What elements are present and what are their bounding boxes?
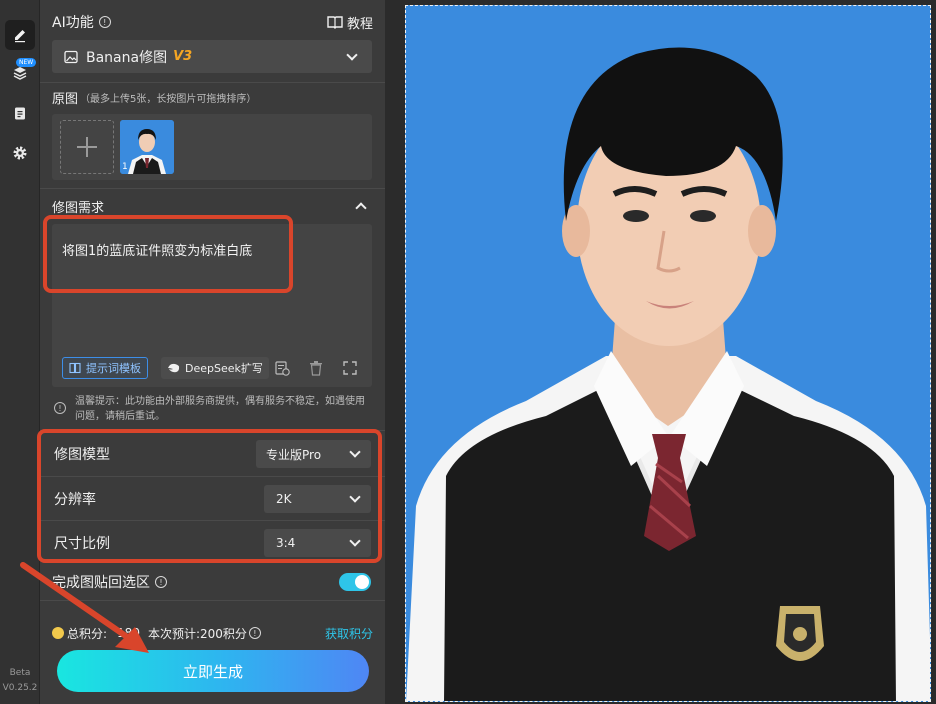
paste-back-toggle[interactable] — [339, 573, 371, 591]
prompt-template-button[interactable]: 提示词模板 — [62, 357, 148, 379]
get-points-link[interactable]: 获取积分 — [325, 625, 373, 642]
layers-icon — [13, 67, 27, 80]
prompt-template-label: 提示词模板 — [86, 362, 141, 375]
divider — [40, 600, 385, 601]
tutorial-link[interactable]: 教程 — [347, 13, 373, 32]
divider — [40, 82, 385, 83]
ai-panel: AI功能 ! 教程 Banana修图 V3 原图 （最多上传5张，长按图片可拖拽… — [37, 0, 385, 704]
app-root: NEW Beta V0.25.2 AI功能 ! 教程 Banana修图 V3 原… — [0, 0, 936, 704]
clipboard-icon — [15, 107, 25, 120]
history-icon[interactable] — [274, 360, 290, 376]
trash-icon[interactable] — [309, 360, 323, 376]
add-image-button[interactable] — [60, 120, 114, 174]
plus-icon — [77, 137, 97, 157]
info-icon[interactable]: ! — [155, 576, 167, 588]
portrait-thumbnail-image — [120, 120, 174, 174]
highlight-request-box — [43, 215, 293, 293]
highlight-settings-box — [37, 429, 382, 563]
clipboard-button[interactable] — [5, 98, 35, 128]
panel-header: AI功能 ! 教程 — [52, 12, 373, 32]
total-points-value: 180 — [117, 626, 140, 640]
thumbnail-index: 1 — [122, 162, 128, 172]
source-thumbnail[interactable]: 1 — [120, 120, 174, 174]
info-icon[interactable]: ! — [248, 627, 261, 639]
new-badge: NEW — [16, 58, 37, 67]
version-tag: V3 — [173, 49, 193, 64]
id-photo-canvas[interactable] — [405, 5, 931, 702]
chevron-down-icon — [346, 48, 358, 61]
version-label: V0.25.2 — [2, 683, 38, 693]
ai-title: AI功能 — [52, 15, 94, 31]
estimate-points: 本次预计:200积分 — [147, 626, 247, 641]
pencil-icon — [15, 30, 25, 43]
points-row: 总积分: 180 本次预计:200积分 ! 获取积分 — [52, 624, 373, 642]
paste-back-row: 完成图贴回选区 ! — [52, 572, 373, 592]
deepseek-button[interactable]: DeepSeek扩写 — [161, 357, 269, 379]
deepseek-whale-icon — [168, 363, 180, 373]
gear-icon — [13, 146, 27, 160]
warning-icon: ! — [54, 402, 66, 414]
toggle-knob — [355, 575, 369, 589]
generate-button[interactable]: 立即生成 — [57, 650, 369, 692]
deepseek-label: DeepSeek扩写 — [185, 362, 263, 375]
book-icon — [69, 362, 81, 374]
source-image-area: 1 — [52, 114, 372, 180]
total-points-label: 总积分: — [67, 626, 108, 641]
tool-select[interactable]: Banana修图 V3 — [52, 40, 372, 73]
info-icon[interactable]: ! — [98, 16, 111, 28]
fullscreen-icon[interactable] — [343, 361, 357, 375]
source-note: （最多上传5张，长按图片可拖拽排序） — [80, 93, 257, 105]
book-icon — [327, 16, 343, 29]
image-edit-icon — [64, 50, 78, 63]
edit-tool-button[interactable] — [5, 20, 35, 50]
icon-rail: NEW Beta V0.25.2 — [0, 0, 40, 704]
source-title: 原图 — [52, 91, 79, 107]
id-photo-image — [406, 6, 930, 701]
coin-icon — [52, 627, 64, 639]
beta-label: Beta — [9, 668, 31, 678]
settings-button[interactable] — [5, 138, 35, 168]
request-header[interactable]: 修图需求 — [52, 196, 373, 216]
service-notice: 温馨提示：此功能由外部服务商提供，偶有服务不稳定，如遇使用问题，请稍后重试。 — [75, 396, 365, 422]
paste-back-label: 完成图贴回选区 — [52, 575, 150, 591]
generate-label: 立即生成 — [182, 662, 243, 681]
source-header: 原图 （最多上传5张，长按图片可拖拽排序） — [52, 88, 373, 107]
chevron-up-icon[interactable] — [355, 202, 367, 214]
tool-select-value: Banana修图 — [86, 49, 168, 66]
canvas-area — [385, 0, 936, 704]
divider — [40, 188, 385, 189]
request-title: 修图需求 — [52, 200, 105, 216]
